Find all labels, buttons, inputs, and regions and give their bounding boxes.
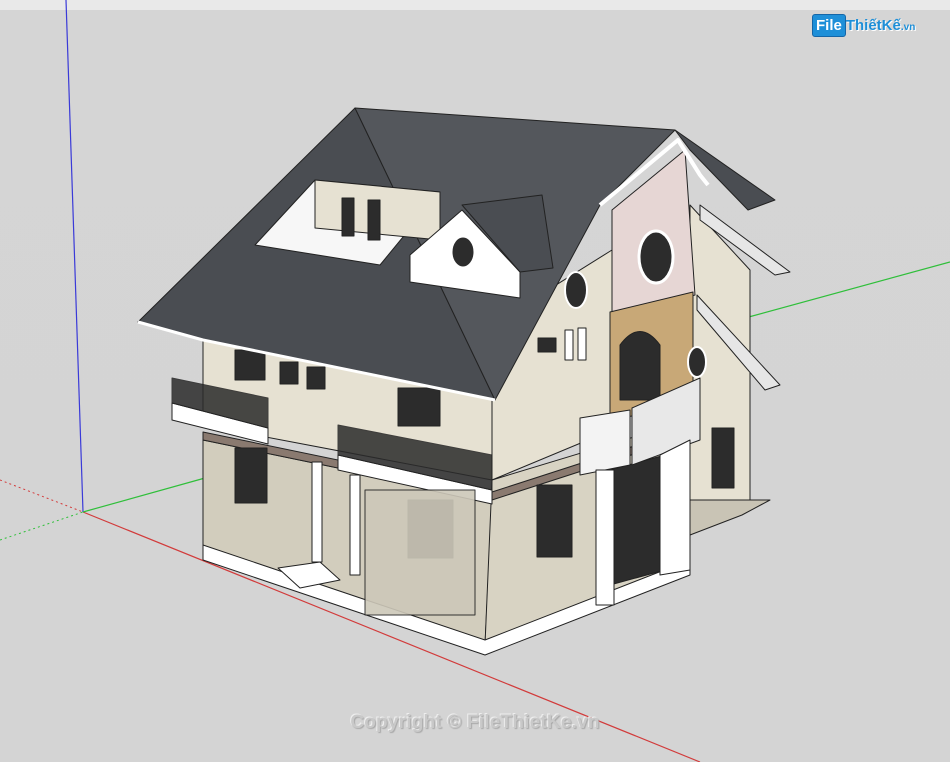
blue-axis-icon — [65, 0, 84, 513]
arched-window-stone — [619, 331, 661, 401]
house-model[interactable] — [137, 107, 791, 656]
porch-column-left — [311, 461, 323, 563]
terrace-window-2 — [367, 199, 381, 241]
round-column — [595, 469, 615, 606]
modeling-viewport[interactable]: File ThiếtKế.vn Copyright © FileThietKe.v… — [0, 0, 950, 762]
porch-column-right — [349, 474, 361, 576]
dormer-round-window — [449, 234, 477, 270]
window-lower-1 — [234, 447, 268, 504]
3d-scene[interactable] — [0, 0, 950, 762]
logo-suffix: .vn — [900, 22, 916, 33]
window-side-lower — [536, 484, 573, 558]
terrace-window-1 — [341, 197, 355, 237]
window-upper-2 — [279, 361, 299, 385]
glass-door-front — [364, 489, 476, 616]
canopy-panel-1 — [579, 409, 631, 476]
window-side-small-1 — [564, 329, 574, 361]
copyright-watermark: Copyright © FileThietKe.vn — [350, 712, 600, 733]
roof-right — [674, 129, 776, 211]
window-side-small-2 — [577, 327, 587, 361]
window-upper-4 — [397, 387, 441, 427]
bay-glass — [609, 454, 666, 586]
brand-logo: File ThiếtKế.vn — [812, 14, 922, 42]
window-right-wing — [711, 427, 735, 489]
window-upper-1 — [234, 349, 266, 381]
logo-box: File — [812, 14, 846, 37]
round-window-side — [564, 271, 588, 309]
window-upper-3 — [306, 366, 326, 390]
logo-text: ThiếtKế.vn — [846, 17, 915, 34]
red-axis-dotted — [0, 479, 84, 513]
round-window-gable — [637, 229, 675, 285]
right-wing-base — [689, 499, 771, 536]
logo-rest-text: ThiếtKế — [845, 17, 901, 34]
green-axis-icon — [82, 477, 206, 513]
round-window-wing — [687, 346, 707, 378]
bay-column-right — [659, 439, 691, 576]
green-axis-dotted — [0, 511, 84, 541]
window-side-small-3 — [537, 337, 557, 353]
